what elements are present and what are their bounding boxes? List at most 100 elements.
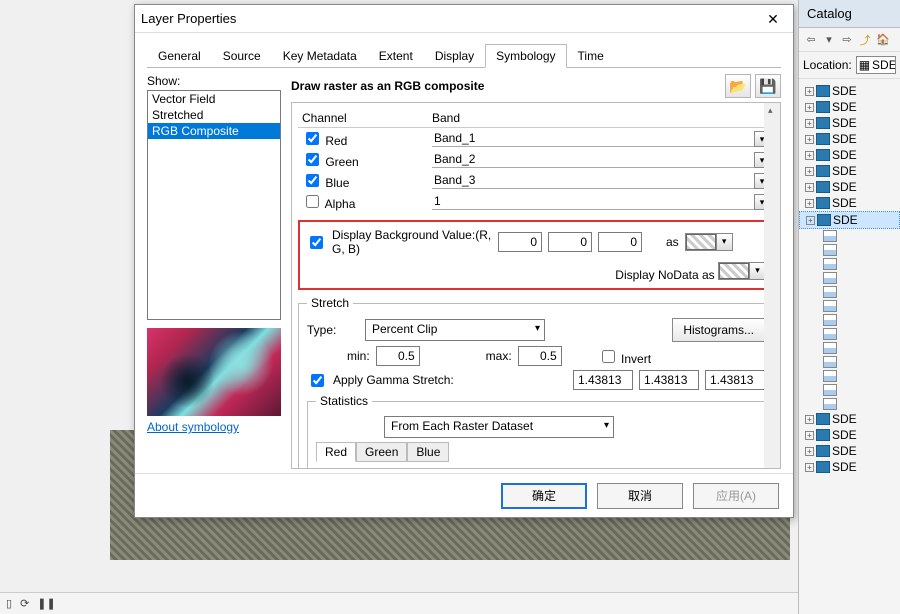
histograms-button[interactable]: Histograms... <box>672 318 765 342</box>
expand-icon[interactable]: + <box>805 183 814 192</box>
catalog-tree[interactable]: + SDE+ SDE+ SDE+ SDE+ SDE+ SDE+ SDE+ SDE… <box>799 79 900 479</box>
invert-checkbox-label[interactable]: Invert <box>598 347 651 366</box>
tree-item[interactable]: + SDE <box>799 115 900 131</box>
tree-item[interactable]: + SDE <box>799 147 900 163</box>
expand-icon[interactable]: + <box>805 199 814 208</box>
expand-icon[interactable]: + <box>805 167 814 176</box>
tree-item[interactable]: + SDE <box>799 83 900 99</box>
band-green-value[interactable]: Band_2 <box>432 151 754 168</box>
up-folder-icon[interactable]: ⤴ <box>857 32 873 48</box>
tree-item[interactable] <box>799 243 900 257</box>
bg-g-input[interactable] <box>548 232 592 252</box>
symbology-settings-area[interactable]: Channel Band Red Band_1▾ Green Band_2▾ <box>291 102 781 469</box>
tree-item[interactable]: + SDE <box>799 459 900 475</box>
dialog-titlebar[interactable]: Layer Properties ✕ <box>135 5 793 33</box>
chevron-down-icon[interactable]: ▾ <box>821 32 837 48</box>
expand-icon[interactable]: + <box>805 135 814 144</box>
tree-item[interactable] <box>799 383 900 397</box>
expand-icon[interactable]: + <box>805 151 814 160</box>
expand-icon[interactable]: + <box>805 431 814 440</box>
forward-icon[interactable]: ⇨ <box>839 32 855 48</box>
tree-item[interactable]: + SDE <box>799 179 900 195</box>
tool-icon-1[interactable]: ▯ <box>6 597 12 610</box>
tree-item[interactable] <box>799 355 900 369</box>
tree-item[interactable] <box>799 341 900 355</box>
channel-green[interactable]: Green <box>302 155 359 169</box>
tree-item[interactable]: + SDE <box>799 131 900 147</box>
gamma-g-input[interactable] <box>639 370 699 390</box>
show-item-rgb-composite[interactable]: RGB Composite <box>148 123 280 139</box>
ok-button[interactable]: 确定 <box>501 483 587 509</box>
chevron-down-icon[interactable]: ▾ <box>749 263 765 279</box>
gamma-b-input[interactable] <box>705 370 765 390</box>
tree-item[interactable] <box>799 397 900 411</box>
band-alpha-value[interactable]: 1 <box>432 193 754 210</box>
channel-blue[interactable]: Blue <box>302 176 349 190</box>
show-item-stretched[interactable]: Stretched <box>148 107 280 123</box>
tab-key-metadata[interactable]: Key Metadata <box>272 44 368 68</box>
bg-r-input[interactable] <box>498 232 542 252</box>
tab-display[interactable]: Display <box>424 44 485 68</box>
checkbox-blue[interactable] <box>306 174 319 187</box>
close-icon[interactable]: ✕ <box>759 9 787 29</box>
stats-tab-red[interactable]: Red <box>316 442 356 462</box>
tab-extent[interactable]: Extent <box>368 44 424 68</box>
bg-color-picker[interactable]: ▾ <box>685 233 733 251</box>
location-input[interactable]: ▦ SDE. <box>856 56 896 74</box>
open-icon[interactable]: 📂 <box>725 74 751 98</box>
chevron-down-icon[interactable]: ▾ <box>716 234 732 250</box>
apply-button[interactable]: 应用(A) <box>693 483 779 509</box>
show-list[interactable]: Vector Field Stretched RGB Composite <box>147 90 281 320</box>
tree-item[interactable]: + SDE <box>799 99 900 115</box>
checkbox-background-value[interactable] <box>310 236 323 249</box>
tab-source[interactable]: Source <box>212 44 272 68</box>
checkbox-gamma[interactable] <box>311 374 324 387</box>
checkbox-invert[interactable] <box>602 350 615 363</box>
checkbox-alpha[interactable] <box>306 195 319 208</box>
checkbox-green[interactable] <box>306 153 319 166</box>
tree-item[interactable]: + SDE <box>799 211 900 229</box>
expand-icon[interactable]: + <box>805 87 814 96</box>
scrollbar[interactable] <box>764 103 780 468</box>
home-icon[interactable]: 🏠 <box>875 32 891 48</box>
tree-item[interactable] <box>799 285 900 299</box>
gamma-r-input[interactable] <box>573 370 633 390</box>
min-input[interactable] <box>376 346 420 366</box>
band-red-value[interactable]: Band_1 <box>432 130 754 147</box>
cancel-button[interactable]: 取消 <box>597 483 683 509</box>
expand-icon[interactable]: + <box>805 119 814 128</box>
tree-item[interactable] <box>799 299 900 313</box>
pause-icon[interactable]: ❚❚ <box>37 597 55 610</box>
tree-item[interactable] <box>799 229 900 243</box>
tab-general[interactable]: General <box>147 44 212 68</box>
band-blue-value[interactable]: Band_3 <box>432 172 754 189</box>
tree-item[interactable]: + SDE <box>799 163 900 179</box>
tree-item[interactable]: + SDE <box>799 427 900 443</box>
expand-icon[interactable]: + <box>805 447 814 456</box>
tree-item[interactable] <box>799 369 900 383</box>
bg-b-input[interactable] <box>598 232 642 252</box>
refresh-icon[interactable]: ⟳ <box>20 597 29 610</box>
expand-icon[interactable]: + <box>805 463 814 472</box>
about-symbology-link[interactable]: About symbology <box>147 420 281 434</box>
tree-item[interactable]: + SDE <box>799 195 900 211</box>
tab-time[interactable]: Time <box>567 44 615 68</box>
tree-item[interactable] <box>799 327 900 341</box>
tree-item[interactable]: + SDE <box>799 443 900 459</box>
back-icon[interactable]: ⇦ <box>803 32 819 48</box>
channel-red[interactable]: Red <box>302 134 347 148</box>
save-icon[interactable]: 💾 <box>755 74 781 98</box>
stats-tab-blue[interactable]: Blue <box>407 442 449 462</box>
expand-icon[interactable]: + <box>806 216 815 225</box>
tab-symbology[interactable]: Symbology <box>485 44 566 68</box>
stats-tab-green[interactable]: Green <box>356 442 407 462</box>
expand-icon[interactable]: + <box>805 415 814 424</box>
statistics-combo[interactable]: From Each Raster Dataset <box>384 416 614 438</box>
stretch-type-combo[interactable]: Percent Clip <box>365 319 545 341</box>
tree-item[interactable] <box>799 257 900 271</box>
expand-icon[interactable]: + <box>805 103 814 112</box>
max-input[interactable] <box>518 346 562 366</box>
nodata-color-picker[interactable]: ▾ <box>718 262 766 280</box>
tree-item[interactable]: + SDE <box>799 411 900 427</box>
tree-item[interactable] <box>799 313 900 327</box>
